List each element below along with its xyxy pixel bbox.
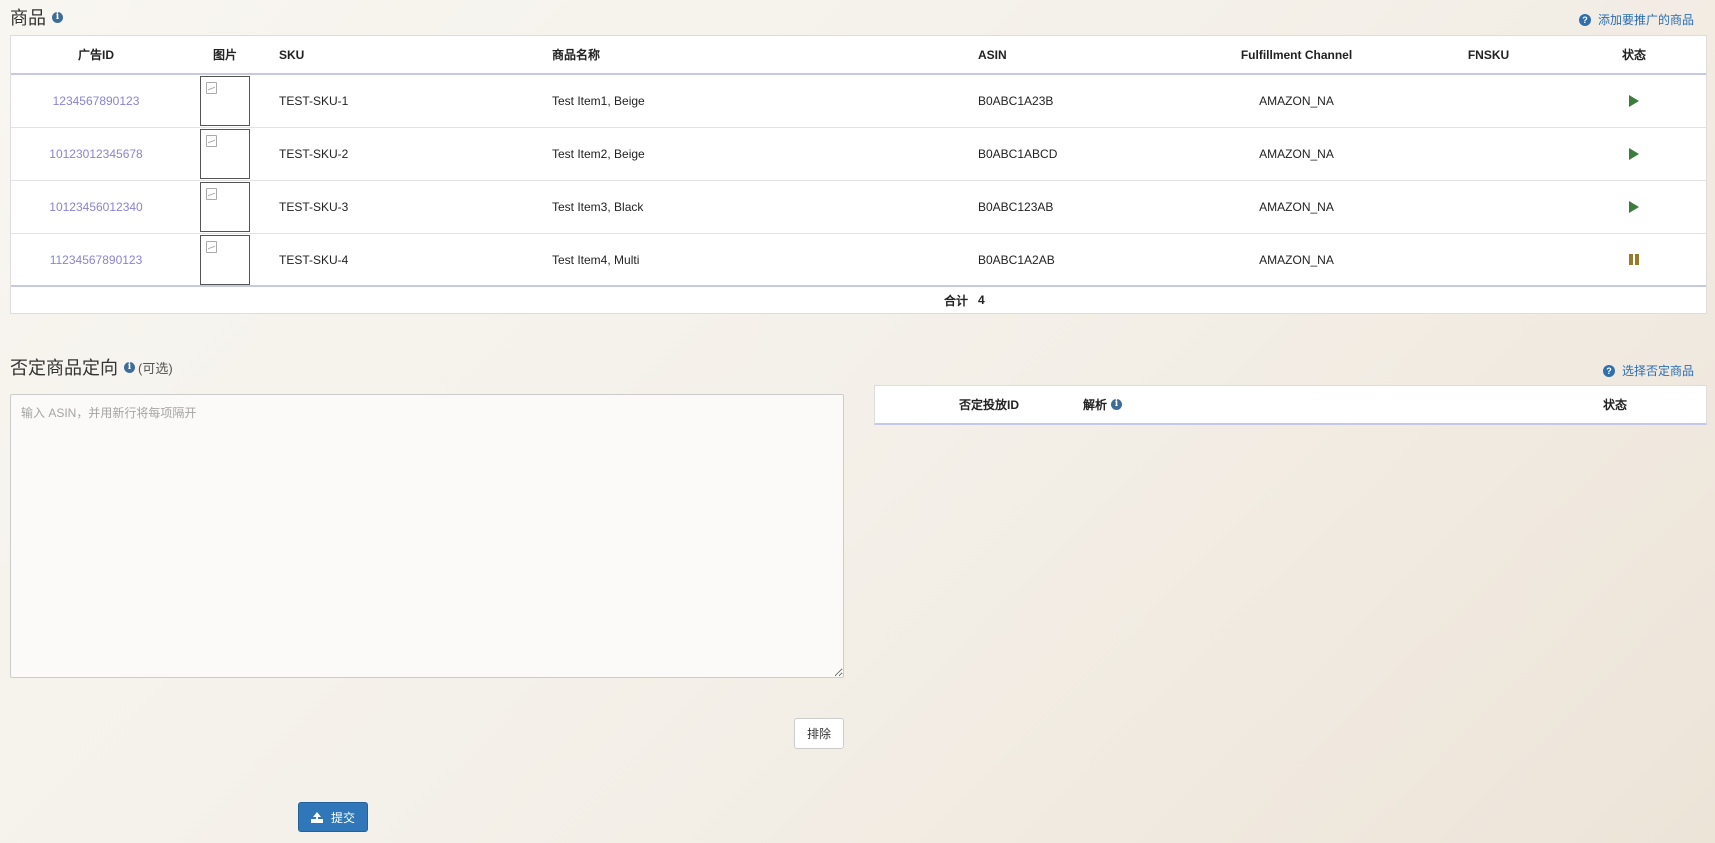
- product-image: [200, 234, 250, 285]
- col-parse[interactable]: 解析 i: [1083, 396, 1603, 413]
- col-sku[interactable]: SKU: [269, 48, 552, 62]
- ad-id-link[interactable]: 11234567890123: [50, 253, 143, 267]
- submit-button[interactable]: 提交: [298, 802, 368, 832]
- exclude-button[interactable]: 排除: [794, 718, 844, 749]
- status-cell: [1562, 95, 1706, 107]
- play-icon[interactable]: [1629, 95, 1639, 107]
- products-table: 广告ID 图片 SKU 商品名称 ASIN Fulfillment Channe…: [10, 35, 1707, 314]
- table-footer: 合计 4: [11, 287, 1706, 313]
- upload-icon: [310, 811, 323, 823]
- product-image: [200, 182, 250, 232]
- table-header: 广告ID 图片 SKU 商品名称 ASIN Fulfillment Channe…: [11, 36, 1706, 75]
- ad-id-link[interactable]: 10123456012340: [49, 200, 142, 214]
- broken-image-icon: [206, 135, 217, 147]
- col-image: 图片: [212, 48, 237, 62]
- products-title: 商品 i: [10, 4, 63, 30]
- broken-image-icon: [206, 188, 217, 200]
- table-row: 10123456012340 TEST-SKU-3 Test Item3, Bl…: [11, 181, 1706, 234]
- asin-cell: B0ABC1A2AB: [978, 252, 1055, 267]
- status-cell: [1562, 201, 1706, 213]
- select-negative-link[interactable]: ? 选择否定商品: [1603, 362, 1694, 379]
- col-fnsku[interactable]: FNSKU: [1415, 48, 1562, 62]
- fulfillment-cell: AMAZON_NA: [1259, 252, 1334, 267]
- asin-input[interactable]: [10, 394, 844, 678]
- fulfillment-cell: AMAZON_NA: [1259, 94, 1334, 108]
- name-cell: Test Item4, Multi: [552, 252, 640, 267]
- col-status[interactable]: 状态: [1562, 46, 1706, 63]
- negative-table-header: 否定投放ID 解析 i 状态: [874, 385, 1707, 425]
- ad-id-link[interactable]: 1234567890123: [53, 94, 140, 108]
- fulfillment-cell: AMAZON_NA: [1259, 147, 1334, 161]
- question-icon: ?: [1603, 364, 1615, 377]
- asin-cell: B0ABC1A23B: [978, 94, 1054, 108]
- col-name[interactable]: 商品名称: [552, 46, 978, 63]
- total-label: 合计: [943, 293, 968, 308]
- info-icon[interactable]: i: [124, 361, 135, 373]
- product-image: [200, 129, 250, 179]
- status-cell: [1562, 254, 1706, 265]
- total-value: 4: [978, 293, 985, 307]
- asin-cell: B0ABC123AB: [978, 200, 1054, 214]
- name-cell: Test Item3, Black: [552, 200, 644, 214]
- table-row: 1234567890123 TEST-SKU-1 Test Item1, Bei…: [11, 75, 1706, 128]
- info-icon[interactable]: i: [52, 11, 63, 23]
- name-cell: Test Item1, Beige: [552, 94, 645, 108]
- status-cell: [1562, 148, 1706, 160]
- negative-title: 否定商品定向 i (可选): [10, 358, 173, 378]
- product-image: [200, 76, 250, 126]
- ad-id-link[interactable]: 10123012345678: [49, 147, 142, 161]
- table-row: 10123012345678 TEST-SKU-2 Test Item2, Be…: [11, 128, 1706, 181]
- col-fulfillment[interactable]: Fulfillment Channel: [1178, 48, 1415, 62]
- play-icon[interactable]: [1629, 201, 1639, 213]
- broken-image-icon: [206, 82, 217, 94]
- table-row: 11234567890123 TEST-SKU-4 Test Item4, Mu…: [11, 234, 1706, 287]
- col-asin[interactable]: ASIN: [978, 48, 1178, 62]
- asin-cell: B0ABC1ABCD: [978, 147, 1058, 161]
- sku-cell: TEST-SKU-3: [279, 200, 349, 214]
- fulfillment-cell: AMAZON_NA: [1259, 200, 1334, 214]
- sku-cell: TEST-SKU-1: [279, 94, 349, 108]
- sku-cell: TEST-SKU-4: [279, 252, 349, 267]
- pause-icon[interactable]: [1629, 254, 1639, 265]
- optional-label: (可选): [138, 360, 173, 376]
- add-products-link[interactable]: ? 添加要推广的商品: [1579, 11, 1694, 28]
- info-icon[interactable]: i: [1111, 399, 1123, 410]
- question-icon: ?: [1579, 13, 1591, 26]
- col-negative-status[interactable]: 状态: [1603, 396, 1643, 413]
- play-icon[interactable]: [1629, 148, 1639, 160]
- name-cell: Test Item2, Beige: [552, 147, 645, 161]
- col-negative-id[interactable]: 否定投放ID: [959, 396, 1083, 413]
- broken-image-icon: [206, 240, 217, 253]
- sku-cell: TEST-SKU-2: [279, 147, 349, 161]
- col-ad-id[interactable]: 广告ID: [11, 46, 181, 63]
